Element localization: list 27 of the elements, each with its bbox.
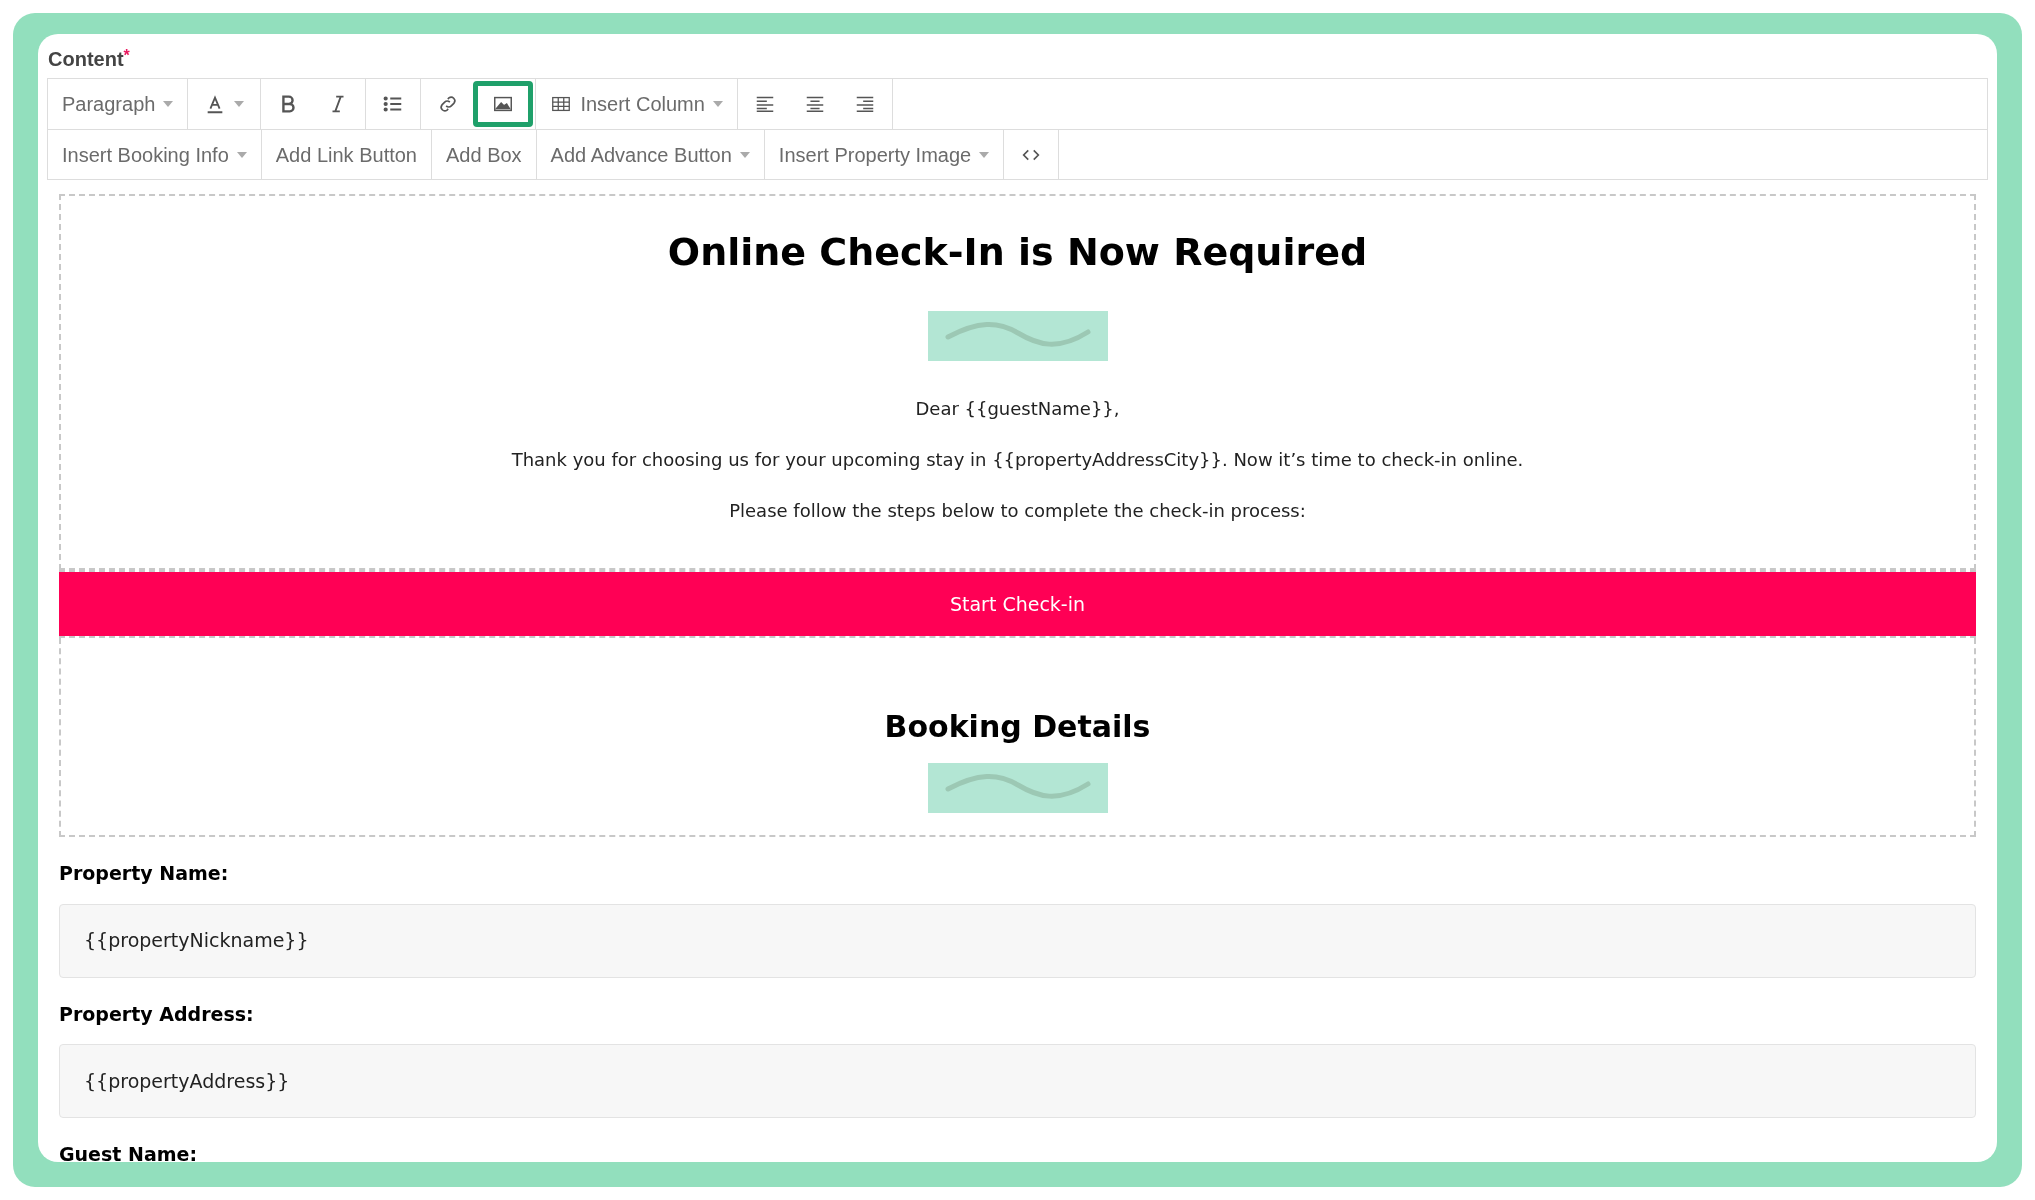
field-label: Property Address:	[59, 1001, 255, 1027]
section-heading: Booking Details	[884, 708, 1151, 746]
required-mark: *	[123, 46, 130, 64]
dropdown-button[interactable]: Insert Column	[538, 81, 735, 127]
dropdown-button[interactable]: Insert Booking Info	[50, 131, 259, 178]
caret-icon	[163, 101, 174, 107]
caret-icon	[234, 101, 245, 107]
start-check-in-button[interactable]: Start Check-in	[59, 572, 1976, 636]
caret-icon	[979, 151, 990, 158]
email-heading: Online Check-In is Now Required	[667, 229, 1368, 276]
field-label: Guest Name:	[59, 1142, 199, 1162]
caret-icon	[739, 151, 750, 158]
body-paragraph: Thank you for choosing us for your upcoming stay in {{propertyAddressCity}}. Now it’s time to check-in online.	[511, 448, 1524, 472]
dropdown-button[interactable]: Add Advance Button	[538, 131, 762, 178]
dropdown-button[interactable]: Paragraph	[50, 81, 186, 127]
toolbar-button[interactable]: Add Box	[434, 131, 534, 178]
caret-icon	[236, 151, 247, 158]
field-label: Property Name:	[59, 861, 230, 886]
toolbar-button[interactable]: Add Link Button	[263, 131, 429, 178]
body-paragraph: Dear {{guestName}},	[915, 397, 1120, 421]
dropdown-button[interactable]: Insert Property Image	[766, 131, 1002, 178]
field-value: {{propertyAddress}}	[84, 1068, 290, 1094]
caret-icon	[712, 101, 723, 107]
body-paragraph: Please follow the steps below to complete the check-in process:	[729, 499, 1306, 523]
toolbar-button[interactable]	[473, 81, 534, 127]
field-label: Content	[48, 47, 124, 72]
field-value: {{propertyNickname}}	[84, 928, 309, 954]
